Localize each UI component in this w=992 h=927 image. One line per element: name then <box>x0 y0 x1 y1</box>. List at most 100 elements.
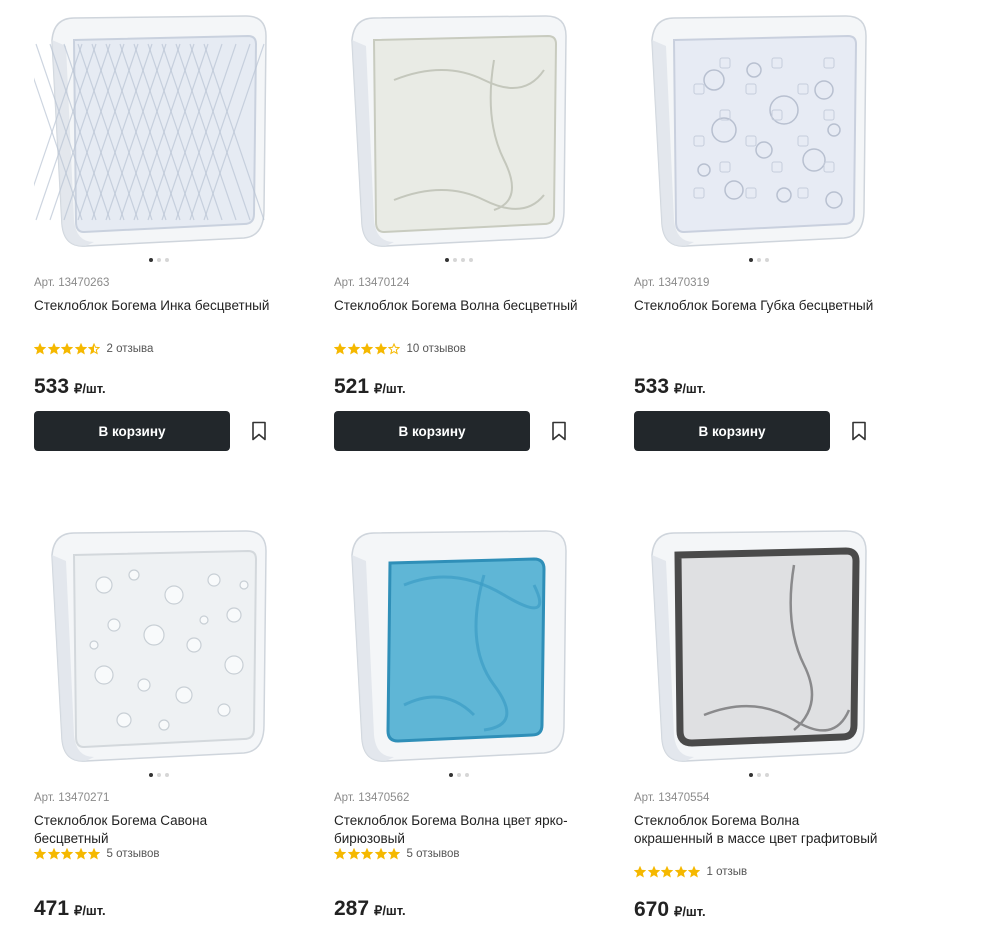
bookmark-icon[interactable] <box>248 420 270 442</box>
product-image[interactable] <box>334 525 584 765</box>
image-pagination[interactable] <box>34 773 284 781</box>
star-icon <box>388 848 400 860</box>
price-value: 287 <box>334 897 370 920</box>
product-card[interactable]: Арт. 13470124 Стеклоблок Богема Волна бес… <box>334 10 584 451</box>
product-image[interactable] <box>634 10 884 250</box>
star-icon <box>88 343 100 355</box>
pagination-dot[interactable] <box>457 773 461 777</box>
add-to-cart-button[interactable]: В корзину <box>634 411 830 451</box>
star-icon <box>347 343 360 355</box>
price-value: 521 <box>334 375 370 398</box>
star-icon <box>634 866 646 878</box>
product-title[interactable]: Стеклоблок Богема Волна цвет ярко-бирюзо… <box>334 812 579 848</box>
add-to-cart-button[interactable]: В корзину <box>334 411 530 451</box>
product-title[interactable]: Стеклоблок Богема Инка бесцветный <box>34 297 279 315</box>
price-unit: ₽/шт. <box>374 903 406 918</box>
product-card[interactable]: Арт. 13470263 Стеклоблок Богема Инка бесц… <box>34 10 284 451</box>
image-pagination[interactable] <box>334 258 584 266</box>
article-number: Арт. 13470271 <box>34 792 110 804</box>
pagination-dot[interactable] <box>469 258 473 262</box>
price: 471 ₽/шт. <box>34 897 106 921</box>
rating-stars <box>334 848 402 860</box>
product-card[interactable]: Арт. 13470319 Стеклоблок Богема Губка бес… <box>634 10 884 451</box>
image-pagination[interactable] <box>34 258 284 266</box>
rating[interactable]: 2 отзыва <box>34 342 153 356</box>
star-icon <box>647 866 660 878</box>
glass-face <box>372 34 558 234</box>
price-value: 533 <box>34 375 70 398</box>
rating[interactable]: 5 отзывов <box>34 847 160 861</box>
star-icon <box>88 848 100 860</box>
product-image[interactable] <box>334 10 584 250</box>
star-icon <box>334 343 346 355</box>
product-title[interactable]: Стеклоблок Богема Волна окрашенный в мас… <box>634 812 879 848</box>
star-icon <box>374 848 387 860</box>
image-pagination[interactable] <box>634 773 884 781</box>
star-icon <box>74 848 87 860</box>
price-unit: ₽/шт. <box>374 381 406 396</box>
pagination-dot[interactable] <box>749 773 753 777</box>
product-card[interactable]: Арт. 13470271 Стеклоблок Богема Савона бе… <box>34 525 284 920</box>
rating-stars <box>334 343 402 355</box>
image-pagination[interactable] <box>334 773 584 781</box>
pagination-dot[interactable] <box>149 258 153 262</box>
pagination-dot[interactable] <box>157 773 161 777</box>
product-card[interactable]: Арт. 13470562 Стеклоблок Богема Волна цве… <box>334 525 584 920</box>
pagination-dot[interactable] <box>149 773 153 777</box>
pagination-dot[interactable] <box>465 773 469 777</box>
pagination-dot[interactable] <box>757 258 761 262</box>
review-count[interactable]: 5 отзывов <box>407 848 460 860</box>
article-number: Арт. 13470319 <box>634 277 710 289</box>
pagination-dot[interactable] <box>157 258 161 262</box>
bookmark-icon[interactable] <box>548 420 570 442</box>
pagination-dot[interactable] <box>749 258 753 262</box>
star-icon <box>361 848 373 860</box>
product-image[interactable] <box>34 10 284 250</box>
price-unit: ₽/шт. <box>674 904 706 919</box>
pagination-dot[interactable] <box>765 258 769 262</box>
pagination-dot[interactable] <box>453 258 457 262</box>
review-count[interactable]: 1 отзыв <box>707 866 748 878</box>
review-count[interactable]: 10 отзывов <box>407 343 466 355</box>
pagination-dot[interactable] <box>765 773 769 777</box>
rating[interactable]: 1 отзыв <box>634 865 747 879</box>
product-title[interactable]: Стеклоблок Богема Волна бесцветный <box>334 297 579 315</box>
bookmark-icon[interactable] <box>848 420 870 442</box>
rating-stars <box>34 848 102 860</box>
price-unit: ₽/шт. <box>74 381 106 396</box>
rating[interactable]: 5 отзывов <box>334 847 460 861</box>
review-count[interactable]: 5 отзывов <box>107 848 160 860</box>
rating-stars <box>34 343 102 355</box>
pagination-dot[interactable] <box>757 773 761 777</box>
pagination-dot[interactable] <box>449 773 453 777</box>
image-pagination[interactable] <box>634 258 884 266</box>
product-title[interactable]: Стеклоблок Богема Губка бесцветный <box>634 297 879 315</box>
star-icon <box>361 343 373 355</box>
star-icon <box>688 866 700 878</box>
product-image[interactable] <box>34 525 284 765</box>
rating[interactable]: 10 отзывов <box>334 342 466 356</box>
review-count[interactable]: 2 отзыва <box>107 343 154 355</box>
price-value: 670 <box>634 898 670 921</box>
star-icon <box>74 343 87 355</box>
price: 521 ₽/шт. <box>334 375 406 399</box>
star-icon <box>334 848 346 860</box>
star-icon <box>47 343 60 355</box>
star-icon <box>34 343 46 355</box>
price: 533 ₽/шт. <box>34 375 106 399</box>
product-title[interactable]: Стеклоблок Богема Савона бесцветный <box>34 812 279 848</box>
price-value: 471 <box>34 897 70 920</box>
add-to-cart-button[interactable]: В корзину <box>34 411 230 451</box>
pagination-dot[interactable] <box>445 258 449 262</box>
price-value: 533 <box>634 375 670 398</box>
price: 533 ₽/шт. <box>634 375 706 399</box>
star-icon <box>661 866 673 878</box>
star-icon <box>674 866 687 878</box>
product-card[interactable]: Арт. 13470554 Стеклоблок Богема Волна окр… <box>634 525 884 921</box>
pagination-dot[interactable] <box>165 773 169 777</box>
product-image[interactable] <box>634 525 884 765</box>
pagination-dot[interactable] <box>165 258 169 262</box>
glass-face <box>386 557 546 743</box>
pagination-dot[interactable] <box>461 258 465 262</box>
star-icon <box>374 343 387 355</box>
